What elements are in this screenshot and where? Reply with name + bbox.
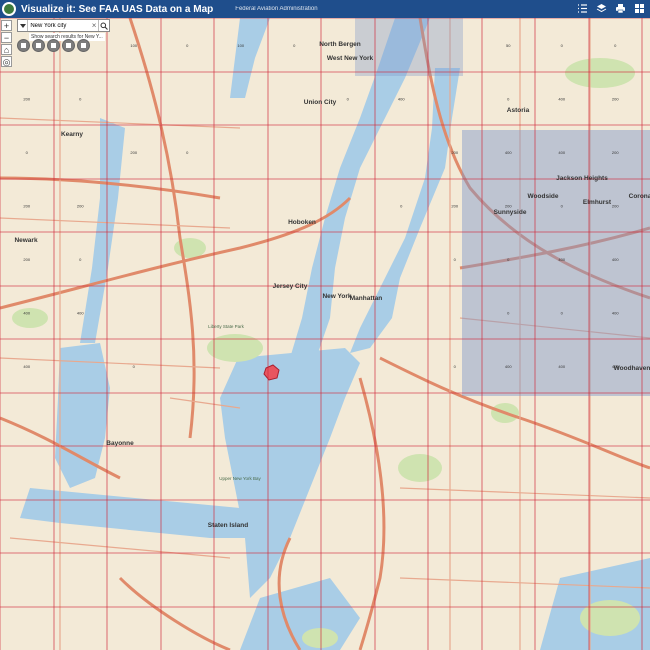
- place-label: Newark: [14, 237, 38, 244]
- place-label: Corona: [629, 193, 650, 200]
- ceiling-label: 400: [398, 96, 405, 101]
- ceiling-label: 400: [558, 150, 565, 155]
- tool-row: [17, 39, 90, 52]
- map-canvas[interactable]: 100 0 100 0 50 0 0200 0 0 400 0 400 2000 200 0 200 400 40…: [0, 18, 650, 650]
- print-icon[interactable]: [614, 2, 627, 15]
- ceiling-label: 200: [451, 203, 458, 208]
- place-label: Sunnyside: [494, 209, 527, 216]
- search-input[interactable]: [28, 20, 91, 31]
- ceiling-label: 400: [612, 257, 619, 262]
- ceiling-label: 400: [558, 96, 565, 101]
- place-label: Hoboken: [288, 219, 316, 226]
- agency-name: Federal Aviation Administration: [235, 6, 318, 12]
- ceiling-label: 200: [612, 96, 619, 101]
- search-widget: ×: [17, 19, 110, 32]
- ceiling-label: 50: [506, 43, 511, 48]
- ceiling-label: 200: [77, 203, 84, 208]
- place-label: West New York: [327, 55, 374, 62]
- ceiling-label: 400: [505, 364, 512, 369]
- basemap-gallery-icon[interactable]: [633, 2, 646, 15]
- zoom-out-button[interactable]: −: [1, 32, 12, 43]
- faa-logo-icon: [2, 2, 16, 16]
- place-label: Bayonne: [106, 440, 134, 447]
- highlight-cell: [462, 130, 650, 396]
- place-label: Astoria: [507, 107, 530, 114]
- ceiling-label: 200: [23, 257, 30, 262]
- ceiling-label: 100: [130, 43, 137, 48]
- place-label: New York: [322, 293, 351, 300]
- ceiling-label: 200: [451, 150, 458, 155]
- ceiling-label: 100: [237, 43, 244, 48]
- place-label: Jersey City: [273, 283, 308, 290]
- ceiling-label: 200: [505, 203, 512, 208]
- place-label: Kearny: [61, 131, 83, 138]
- draw-tool-icon[interactable]: [47, 39, 60, 52]
- ceiling-label: 400: [23, 310, 30, 315]
- ceiling-label: 400: [505, 150, 512, 155]
- ceiling-label: 200: [23, 96, 30, 101]
- search-source-dropdown[interactable]: [18, 20, 29, 31]
- chevron-down-icon: [19, 23, 26, 28]
- locate-button[interactable]: ◎: [1, 56, 12, 67]
- ceiling-label: 400: [77, 310, 84, 315]
- liberty-state-park: [207, 334, 263, 362]
- place-label: Liberty State Park: [208, 324, 245, 329]
- app-header: Visualize it: See FAA UAS Data on a Map …: [0, 0, 650, 18]
- search-icon: [100, 22, 108, 30]
- ceiling-label: 400: [558, 257, 565, 262]
- ceiling-label: 400: [558, 364, 565, 369]
- measure-tool-icon[interactable]: [32, 39, 45, 52]
- ceiling-label: 200: [612, 150, 619, 155]
- share-tool-icon[interactable]: [77, 39, 90, 52]
- legend-icon[interactable]: [576, 2, 589, 15]
- ceiling-label: 200: [612, 203, 619, 208]
- place-label: Woodhaven: [614, 365, 650, 372]
- place-label: Upper New York Bay: [219, 476, 261, 481]
- ceiling-label: 200: [130, 150, 137, 155]
- highlight-cell: [355, 18, 463, 76]
- place-label: Elmhurst: [583, 199, 612, 206]
- place-label: Union City: [304, 99, 337, 106]
- grid-tool-icon[interactable]: [17, 39, 30, 52]
- place-label: Manhattan: [350, 295, 383, 302]
- map-nav-tools: + − ⌂ ◎: [1, 20, 12, 67]
- place-label: North Bergen: [319, 41, 361, 48]
- search-button[interactable]: [97, 20, 109, 31]
- place-label: Jackson Heights: [556, 175, 608, 182]
- layers-icon[interactable]: [595, 2, 608, 15]
- zoom-in-button[interactable]: +: [1, 20, 12, 31]
- ceiling-label: 400: [23, 364, 30, 369]
- clear-icon[interactable]: ×: [90, 21, 97, 30]
- app-title: Visualize it: See FAA UAS Data on a Map: [21, 3, 214, 15]
- info-tool-icon[interactable]: [62, 39, 75, 52]
- home-button[interactable]: ⌂: [1, 44, 12, 55]
- place-label: Woodside: [528, 193, 559, 200]
- place-label: Staten Island: [208, 522, 248, 529]
- ceiling-label: 200: [23, 203, 30, 208]
- ceiling-label: 400: [612, 310, 619, 315]
